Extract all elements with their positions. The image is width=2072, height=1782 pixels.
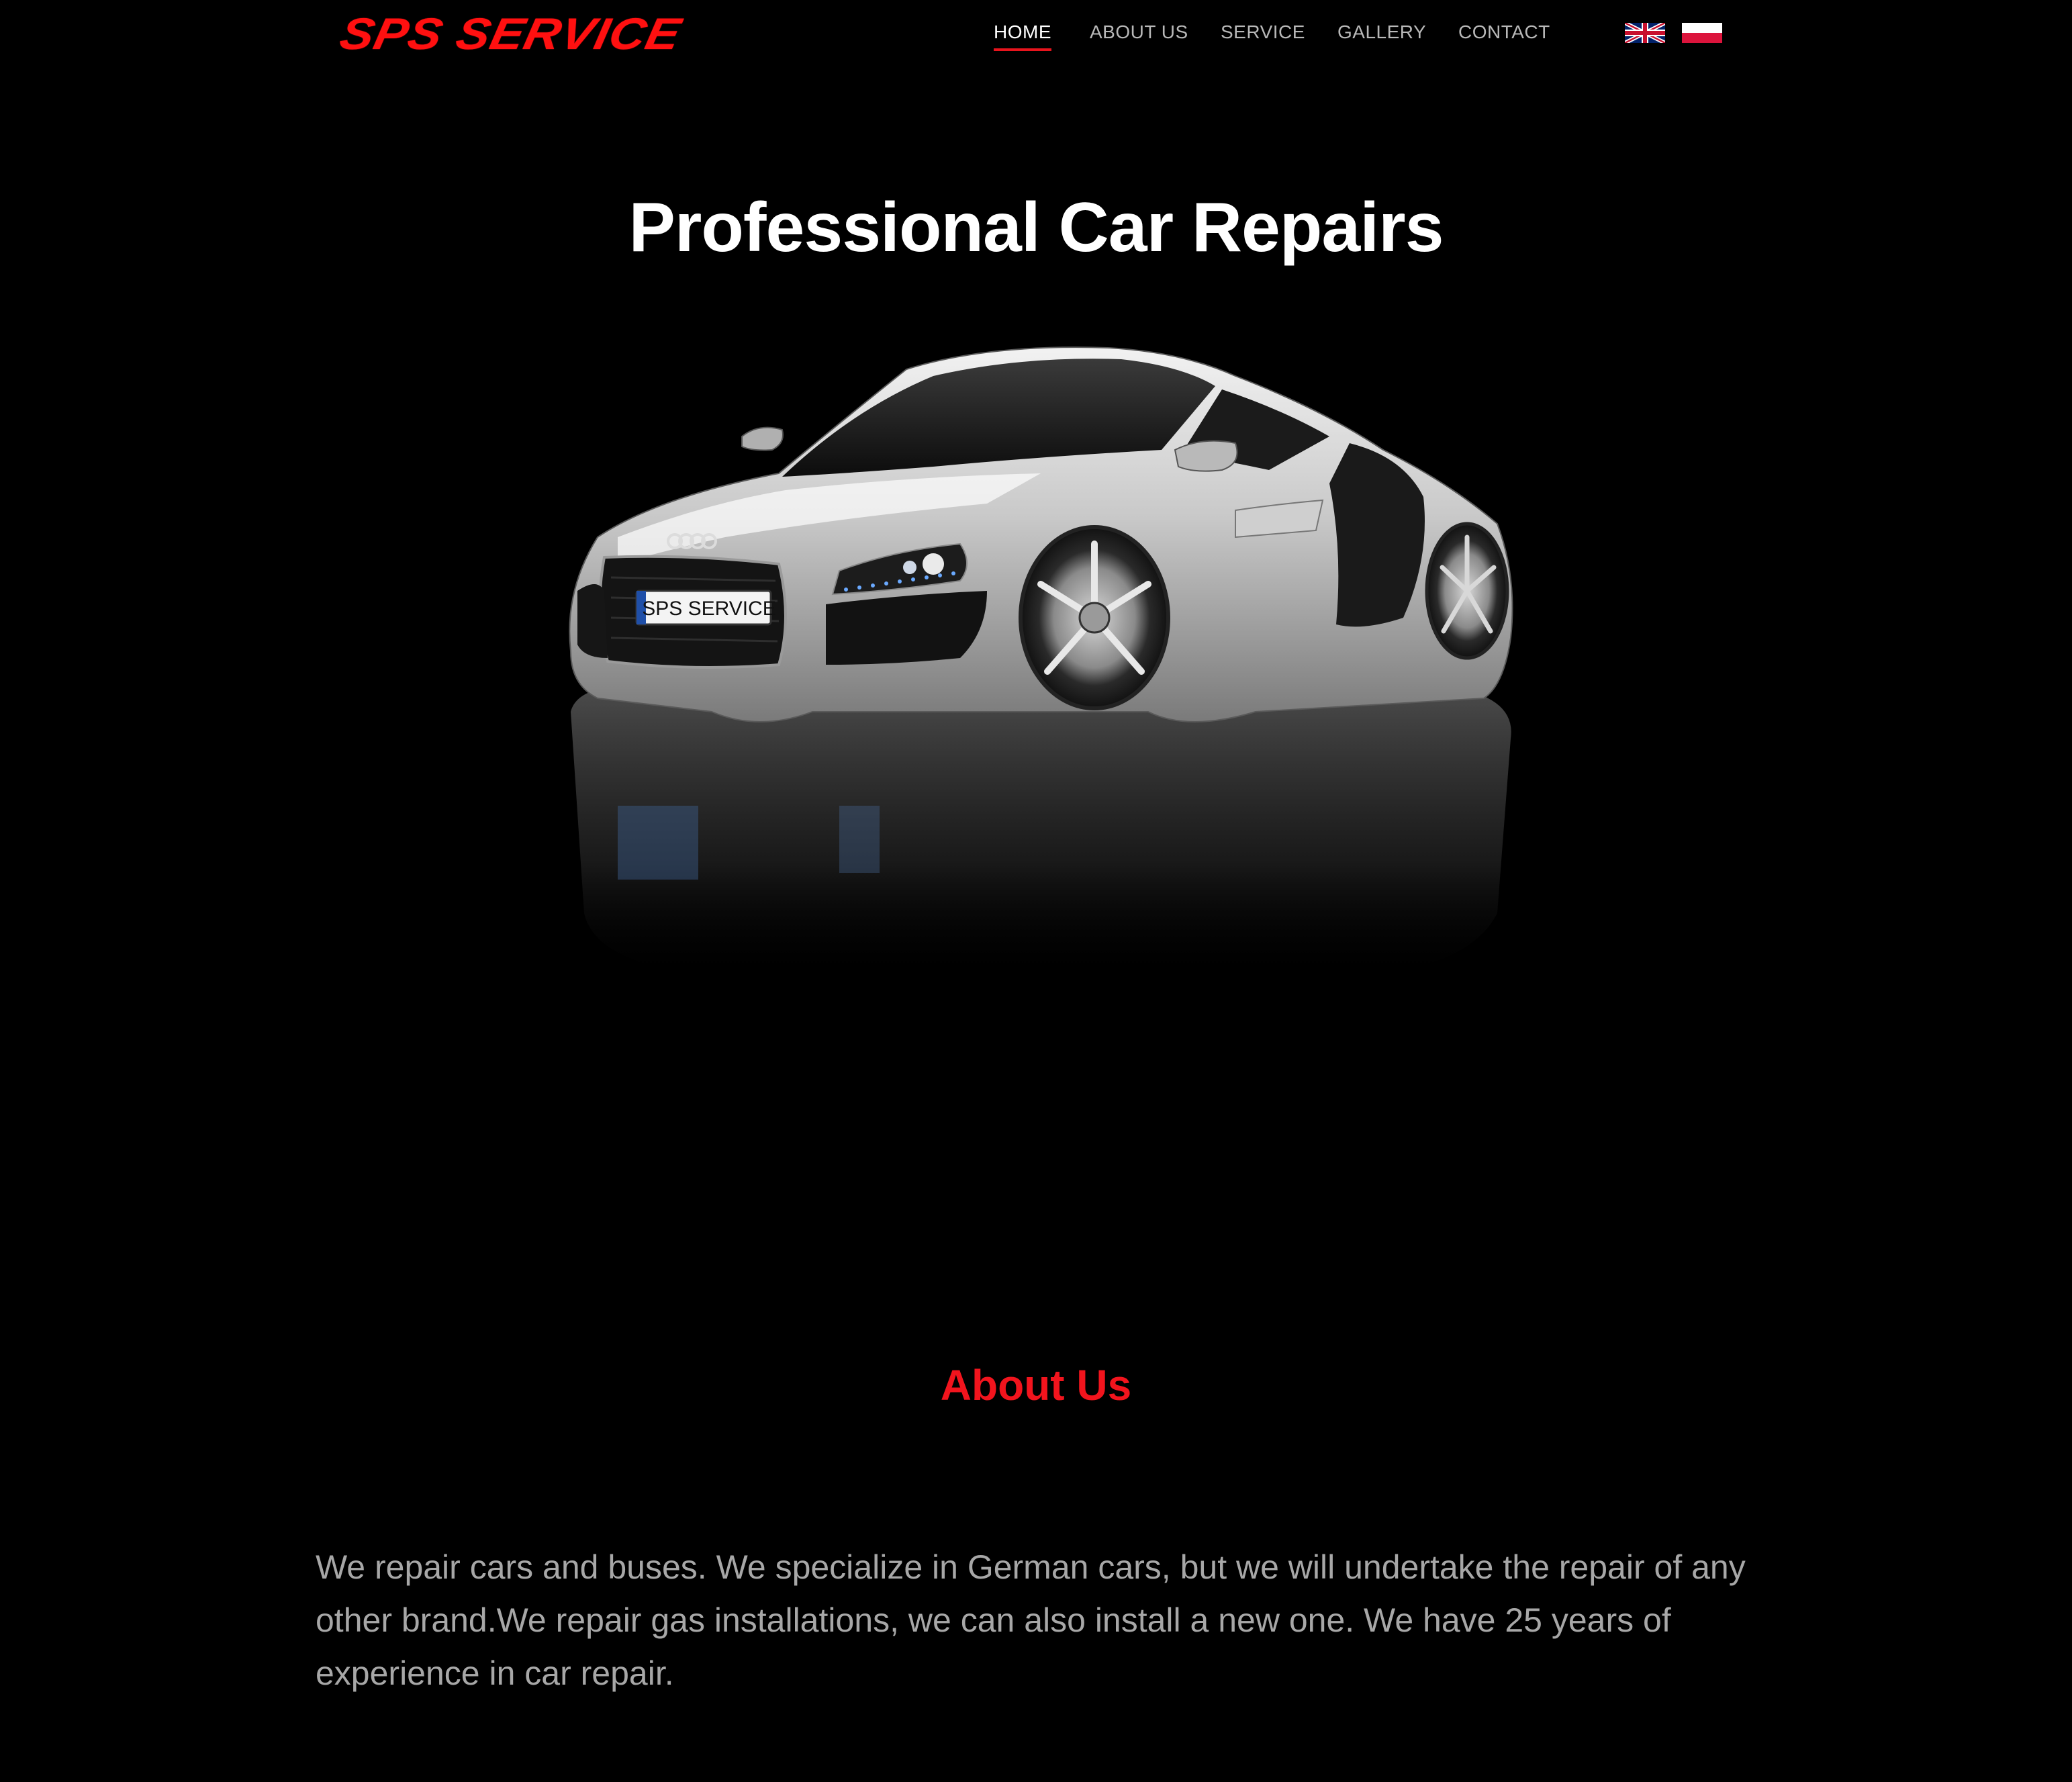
site-header: SPS SERVICE HOME ABOUT US SERVICE GALLER…	[0, 0, 2072, 74]
hero-title: Professional Car Repairs	[628, 189, 1444, 267]
nav-gallery[interactable]: GALLERY	[1337, 19, 1426, 46]
about-us-heading: About Us	[940, 1361, 1132, 1409]
polish-flag-icon[interactable]	[1682, 23, 1722, 43]
about-us-text: We repair cars and buses. We specialize …	[316, 1548, 1746, 1692]
hero-car-image: SPS SERVICE	[557, 336, 1531, 1007]
nav-home[interactable]: HOME	[994, 19, 1051, 51]
english-flag-icon[interactable]	[1625, 23, 1665, 43]
car-plate-text: SPS SERVICE	[642, 598, 776, 620]
nav-contact[interactable]: CONTACT	[1458, 19, 1550, 46]
nav-about-us[interactable]: ABOUT US	[1090, 19, 1188, 46]
nav-service[interactable]: SERVICE	[1221, 19, 1305, 46]
logo[interactable]: SPS SERVICE	[335, 7, 686, 60]
